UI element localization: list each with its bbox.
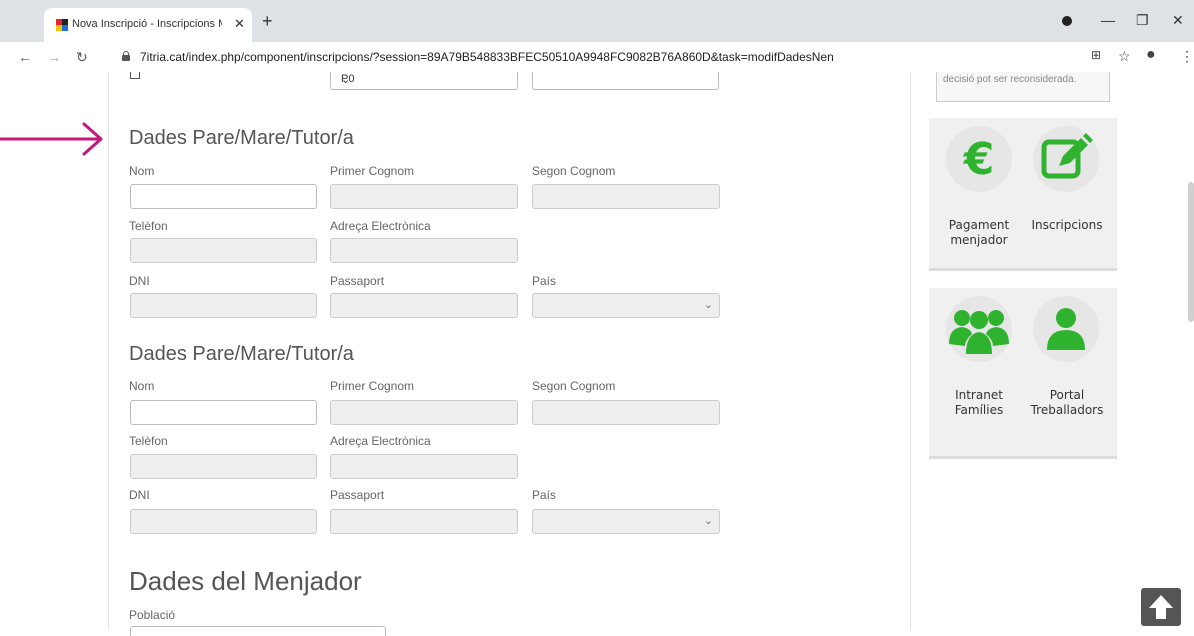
segon-cognom-input[interactable] <box>532 184 720 209</box>
course-select[interactable]: P0 ⌄ <box>330 72 518 90</box>
bookmark-star-icon[interactable]: ☆ <box>1118 48 1131 65</box>
checkbox[interactable] <box>130 72 140 79</box>
text-input-top[interactable] <box>532 72 719 90</box>
inscripcions-tile[interactable] <box>1033 126 1099 192</box>
passaport-input[interactable] <box>330 293 518 318</box>
dni-input-2[interactable] <box>130 509 317 534</box>
email-input[interactable] <box>330 238 518 263</box>
tile-label-portal[interactable]: Portal Treballadors <box>1022 388 1112 418</box>
label-poblacio: Població <box>129 608 176 622</box>
notice-box: decisió pot ser reconsiderada. <box>936 72 1110 102</box>
label-nom: Nom <box>129 164 155 178</box>
site-favicon-icon <box>56 19 68 31</box>
pagament-menjador-tile[interactable]: € <box>946 126 1012 192</box>
menu-dots-icon[interactable]: ⋮ <box>1180 48 1194 65</box>
chevron-down-icon: ⌄ <box>703 299 713 311</box>
label-adreca: Adreça Electrònica <box>330 434 431 448</box>
chevron-down-icon: ⌄ <box>341 74 351 86</box>
pais-select[interactable]: ⌄ <box>532 293 720 318</box>
label-dni: DNI <box>129 274 150 288</box>
minimize-button[interactable]: — <box>1101 12 1115 28</box>
pais-select-2[interactable]: ⌄ <box>532 509 720 534</box>
label-dni: DNI <box>129 488 150 502</box>
lock-icon[interactable] <box>122 51 130 61</box>
user-icon <box>1047 308 1085 350</box>
quick-links-panel-2: Intranet Famílies Portal Treballadors <box>929 288 1117 459</box>
label-telefon: Telèfon <box>129 219 168 233</box>
edit-icon <box>1041 133 1093 179</box>
poblacio-input[interactable] <box>130 626 386 636</box>
translate-icon[interactable]: ⊞ <box>1091 48 1101 62</box>
media-record-icon[interactable] <box>1062 16 1072 26</box>
primer-cognom-input-2[interactable] <box>330 400 518 425</box>
telefon-input-2[interactable] <box>130 454 317 479</box>
section-title-menjador: Dades del Menjador <box>129 566 362 596</box>
passaport-input-2[interactable] <box>330 509 518 534</box>
close-window-button[interactable]: ✕ <box>1172 12 1184 29</box>
tab-title: Nova Inscripció - Inscripcions Me <box>72 18 222 30</box>
browser-tab-bar: Nova Inscripció - Inscripcions Me ✕ + — … <box>0 0 1194 42</box>
profile-avatar-icon[interactable]: ● <box>1146 46 1156 64</box>
back-button[interactable]: ← <box>18 49 32 65</box>
tab-close-icon[interactable]: ✕ <box>234 16 245 32</box>
label-pais: País <box>532 274 557 288</box>
segon-cognom-input-2[interactable] <box>532 400 720 425</box>
euro-icon: € <box>963 134 995 185</box>
label-telefon: Telèfon <box>129 434 168 448</box>
label-passaport: Passaport <box>330 488 385 502</box>
dni-input[interactable] <box>130 293 317 318</box>
intranet-families-tile[interactable] <box>946 296 1012 362</box>
email-input-2[interactable] <box>330 454 518 479</box>
telefon-input[interactable] <box>130 238 317 263</box>
annotation-arrow-icon <box>0 122 103 156</box>
page-scrollbar[interactable] <box>1188 182 1194 322</box>
label-pais: País <box>532 488 557 502</box>
forward-button[interactable]: → <box>47 49 61 65</box>
label-primer-cognom: Primer Cognom <box>330 164 415 178</box>
nom-input-2[interactable] <box>130 400 317 425</box>
label-segon-cognom: Segon Cognom <box>532 164 616 178</box>
address-bar: ← → ↻ 7itria.cat/index.php/component/ins… <box>0 42 1194 73</box>
browser-tab[interactable]: Nova Inscripció - Inscripcions Me ✕ <box>44 8 252 42</box>
primer-cognom-input[interactable] <box>330 184 518 209</box>
tile-label-inscripcions[interactable]: Inscripcions <box>1022 218 1112 233</box>
portal-treballadors-tile[interactable] <box>1033 296 1099 362</box>
label-nom: Nom <box>129 379 155 393</box>
tile-label-intranet[interactable]: Intranet Famílies <box>934 388 1024 418</box>
section-title-parent-1: Dades Pare/Mare/Tutor/a <box>129 127 354 149</box>
section-title-parent-2: Dades Pare/Mare/Tutor/a <box>129 343 354 365</box>
quick-links-panel-1: € Pagament menjador Inscripcions <box>929 118 1117 271</box>
arrow-up-icon <box>1149 595 1173 619</box>
reload-button[interactable]: ↻ <box>76 49 88 66</box>
chevron-down-icon: ⌄ <box>703 515 713 527</box>
restore-button[interactable]: ❐ <box>1136 12 1149 29</box>
label-segon-cognom: Segon Cognom <box>532 379 616 393</box>
page-content: P0 ⌄ Dades Pare/Mare/Tutor/a Nom Primer … <box>0 72 1194 636</box>
new-tab-button[interactable]: + <box>262 12 273 30</box>
label-primer-cognom: Primer Cognom <box>330 379 415 393</box>
label-passaport: Passaport <box>330 274 385 288</box>
nom-input[interactable] <box>130 184 317 209</box>
tile-label-pagament[interactable]: Pagament menjador <box>934 218 1024 248</box>
svg-text:€: € <box>963 134 995 185</box>
group-icon <box>949 310 1009 354</box>
url-text[interactable]: 7itria.cat/index.php/component/inscripci… <box>140 50 834 64</box>
label-adreca: Adreça Electrònica <box>330 219 431 233</box>
scroll-to-top-button[interactable] <box>1141 588 1181 626</box>
